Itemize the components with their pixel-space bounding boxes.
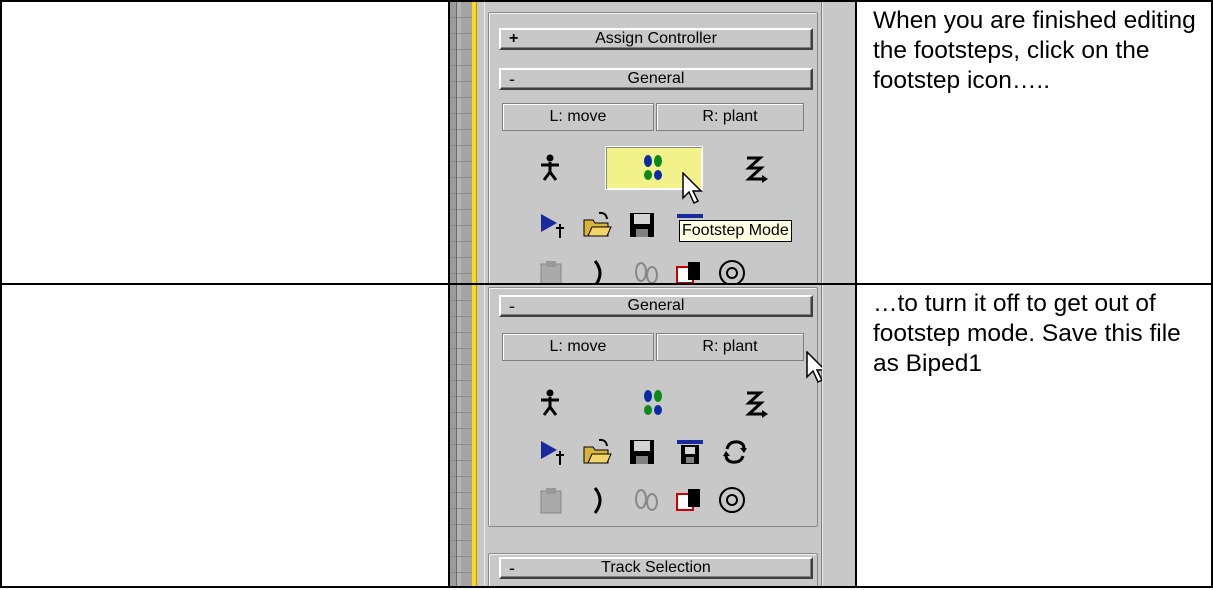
mode-right-label: R: plant — [656, 103, 804, 131]
panel-scroll-strip — [822, 2, 855, 283]
copy-posture-icon[interactable] — [674, 485, 704, 515]
mode-left-label: L: move — [502, 103, 654, 131]
collapse-icon: - — [509, 558, 515, 578]
assign-controller-rollout-header[interactable]: + Assign Controller — [499, 28, 813, 50]
screenshot-cell-row2: - General L: move R: plant - Track Selec… — [448, 283, 855, 588]
general-rollout-header[interactable]: - General — [499, 295, 813, 317]
paste-icon — [537, 258, 567, 283]
footstep-mode-icon[interactable] — [638, 388, 668, 418]
copy-posture-icon[interactable] — [674, 258, 704, 283]
document-table: + Assign Controller - General L: move R:… — [0, 0, 1213, 590]
rollout-title: Assign Controller — [595, 30, 717, 47]
motion-panel-rollouts: + Assign Controller - General L: move R:… — [484, 2, 822, 283]
footstep-mode-icon[interactable] — [638, 153, 668, 183]
rollout-title: General — [627, 297, 685, 314]
panel-scroll-strip — [822, 285, 855, 586]
mode-left-label: L: move — [502, 333, 654, 361]
track-selection-rollout-header[interactable]: - Track Selection — [499, 557, 813, 579]
rollout-title: Track Selection — [601, 559, 711, 576]
motion-flow-icon[interactable] — [740, 388, 770, 418]
save-file-icon[interactable] — [627, 437, 657, 467]
instruction-text: When you are finished editing the footst… — [873, 7, 1196, 94]
save-file-icon[interactable] — [627, 210, 657, 240]
feet-icon — [631, 485, 661, 515]
target-icon[interactable] — [717, 485, 747, 515]
mode-right-label: R: plant — [656, 333, 804, 361]
active-viewport-border — [472, 285, 477, 586]
active-viewport-border — [472, 2, 477, 283]
motion-panel-rollouts: - General L: move R: plant - Track Selec… — [484, 285, 827, 586]
load-file-icon[interactable] — [582, 210, 612, 240]
general-rollout-header[interactable]: - General — [499, 68, 813, 90]
figure-mode-icon[interactable] — [535, 153, 565, 183]
caption-cell-row2: …to turn it off to get out of footstep m… — [855, 283, 1213, 588]
bracket-icon[interactable] — [585, 485, 615, 515]
collapse-icon: - — [509, 69, 515, 89]
load-file-icon[interactable] — [582, 437, 612, 467]
feet-icon — [631, 258, 661, 283]
instruction-text: …to turn it off to get out of footstep m… — [873, 290, 1181, 377]
target-icon[interactable] — [717, 258, 747, 283]
play-biped-icon[interactable] — [537, 437, 567, 467]
collapse-icon: - — [509, 296, 515, 316]
empty-cell-row2 — [0, 283, 448, 588]
viewport-edge — [450, 2, 472, 283]
convert-icon[interactable] — [675, 437, 705, 467]
expand-icon: + — [509, 30, 519, 47]
footstep-mode-tooltip: Footstep Mode — [679, 220, 792, 242]
play-biped-icon[interactable] — [537, 210, 567, 240]
viewport-edge — [450, 285, 472, 586]
refresh-icon[interactable] — [720, 437, 750, 467]
mouse-cursor-icon — [681, 172, 705, 206]
figure-mode-icon[interactable] — [535, 388, 565, 418]
motion-flow-icon[interactable] — [740, 153, 770, 183]
bracket-icon[interactable] — [585, 258, 615, 283]
max-command-panel-screenshot: + Assign Controller - General L: move R:… — [450, 2, 855, 283]
paste-icon — [537, 485, 567, 515]
max-command-panel-screenshot: - General L: move R: plant - Track Selec… — [450, 285, 855, 586]
screenshot-cell-row1: + Assign Controller - General L: move R:… — [448, 0, 855, 283]
rollout-title: General — [627, 70, 685, 87]
empty-cell-row1 — [0, 0, 448, 283]
caption-cell-row1: When you are finished editing the footst… — [855, 0, 1213, 283]
